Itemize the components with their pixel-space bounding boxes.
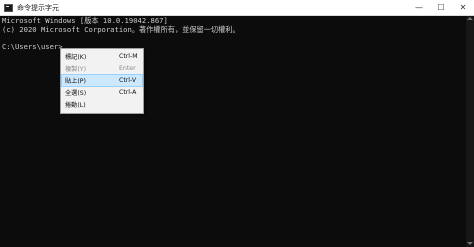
menu-item-label: 標記(K) [65, 53, 87, 61]
minimize-button[interactable]: — [408, 0, 430, 15]
vertical-scrollbar[interactable] [466, 16, 474, 247]
maximize-button[interactable]: ☐ [430, 0, 452, 15]
menu-item-shortcut: Enter [119, 64, 136, 72]
scroll-up-arrow-icon[interactable] [467, 17, 473, 20]
context-menu: 標記(K) Ctrl-M 複製(Y) Enter 貼上(P) Ctrl-V 全選… [60, 48, 144, 122]
menu-item-select-all[interactable]: 全選(S) Ctrl-A [61, 87, 143, 99]
scroll-down-arrow-icon[interactable] [467, 242, 473, 245]
menu-item-shortcut: Ctrl-M [119, 52, 138, 60]
window-controls: — ☐ ✕ [408, 0, 474, 15]
menu-item-mark[interactable]: 標記(K) Ctrl-M [61, 50, 143, 62]
menu-item-label: 複製(Y) [65, 65, 86, 73]
menu-item-shortcut: Ctrl-F [119, 113, 136, 121]
menu-item-label: 尋找(F)... [65, 114, 92, 122]
title-bar[interactable]: 命令提示字元 — ☐ ✕ [0, 0, 474, 16]
menu-item-label: 捲動(L) [65, 102, 86, 110]
command-prompt-icon [4, 3, 13, 12]
menu-item-shortcut: Ctrl-A [119, 89, 137, 97]
menu-item-find[interactable]: 尋找(F)... Ctrl-F [61, 111, 143, 123]
menu-item-copy[interactable]: 複製(Y) Enter [61, 62, 143, 74]
menu-item-shortcut: Ctrl-V [119, 76, 137, 84]
console-line: (c) 2020 Microsoft Corporation。著作權所有，並保留… [2, 24, 240, 34]
menu-item-paste[interactable]: 貼上(P) Ctrl-V [61, 74, 143, 87]
close-button[interactable]: ✕ [452, 0, 474, 15]
menu-item-label: 貼上(P) [65, 77, 86, 85]
menu-item-scroll[interactable]: 捲動(L) [61, 99, 143, 111]
menu-item-label: 全選(S) [65, 90, 87, 98]
window-title: 命令提示字元 [17, 3, 59, 12]
